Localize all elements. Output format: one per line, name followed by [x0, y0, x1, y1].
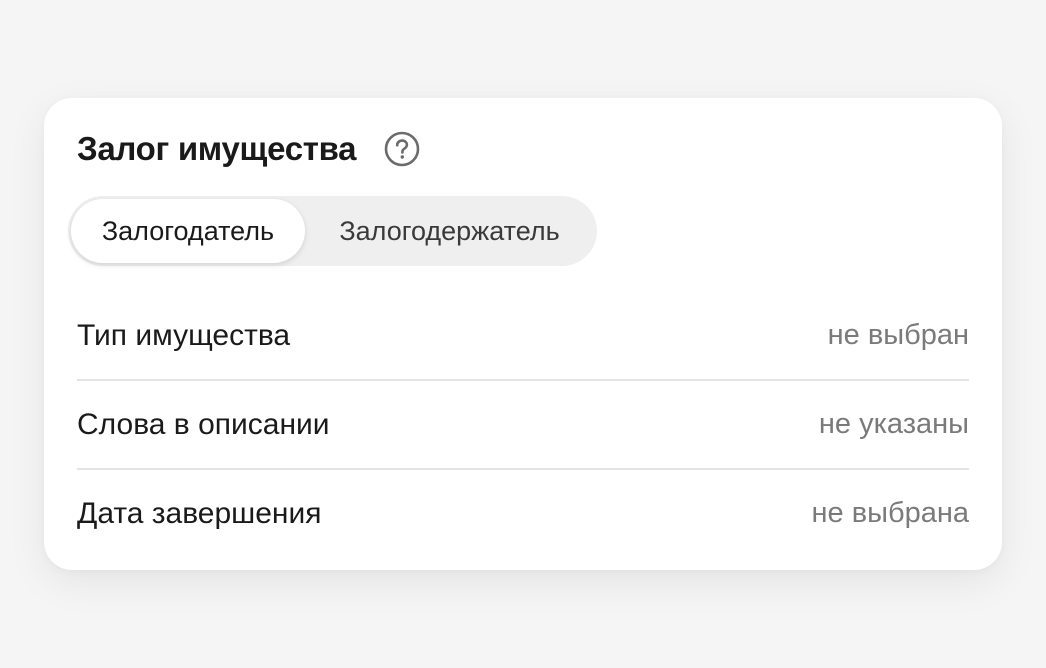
- filter-row-description-words[interactable]: Слова в описании не указаны: [77, 379, 969, 468]
- card-header: Залог имущества: [77, 128, 420, 170]
- role-segmented-control: Залогодатель Залогодержатель: [68, 196, 597, 266]
- filter-list: Тип имущества не выбран Слова в описании…: [77, 292, 969, 557]
- filter-value: не выбрана: [811, 497, 969, 529]
- filter-label: Дата завершения: [77, 496, 322, 530]
- filter-label: Слова в описании: [77, 407, 330, 441]
- question-circle-icon[interactable]: [384, 131, 420, 167]
- filter-value: не выбран: [827, 319, 969, 351]
- segment-pledgee[interactable]: Залогодержатель: [305, 199, 594, 263]
- filter-row-property-type[interactable]: Тип имущества не выбран: [77, 292, 969, 379]
- filter-row-end-date[interactable]: Дата завершения не выбрана: [77, 468, 969, 557]
- pledge-filter-card: Залог имущества Залогодатель Залогодержа…: [44, 98, 1002, 570]
- filter-value: не указаны: [818, 408, 969, 440]
- filter-label: Тип имущества: [77, 318, 291, 352]
- segment-pledgor[interactable]: Залогодатель: [71, 199, 305, 263]
- card-title: Залог имущества: [77, 130, 357, 167]
